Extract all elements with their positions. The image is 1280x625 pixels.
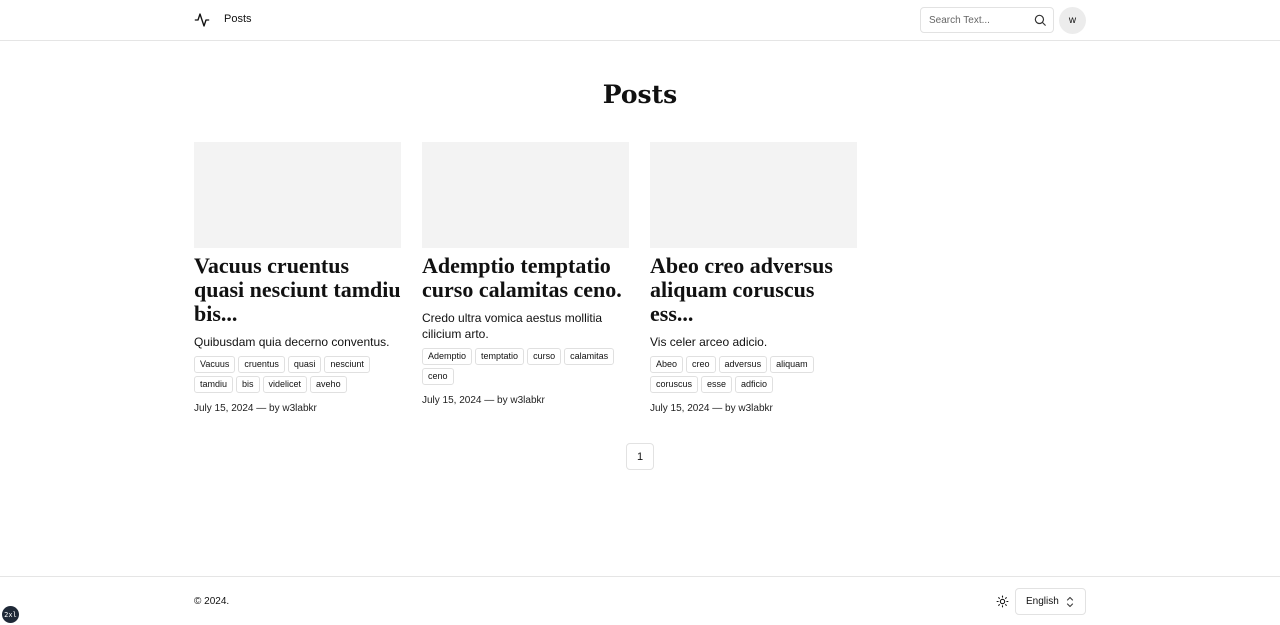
- tag-badge[interactable]: ceno: [422, 368, 454, 385]
- nav-link-posts[interactable]: Posts: [224, 13, 252, 25]
- tag-badge[interactable]: temptatio: [475, 348, 525, 365]
- tag-badge[interactable]: creo: [686, 356, 716, 373]
- tag-badge[interactable]: esse: [701, 376, 733, 393]
- tag-badge[interactable]: videlicet: [262, 376, 308, 393]
- post-title[interactable]: Abeo creo adversus aliquam coruscus ess.…: [650, 254, 857, 326]
- tag-badge[interactable]: bis: [236, 376, 260, 393]
- language-select[interactable]: English: [1015, 588, 1086, 615]
- tag-badge[interactable]: adficio: [735, 376, 774, 393]
- tag-badge[interactable]: quasi: [287, 356, 322, 373]
- activity-pulse-icon[interactable]: [194, 12, 210, 28]
- post-thumbnail[interactable]: [194, 142, 401, 248]
- language-select-value: English: [1026, 596, 1059, 607]
- tag-badge[interactable]: curso: [527, 348, 562, 365]
- post-meta: July 15, 2024 — by w3labkr: [650, 403, 773, 414]
- tag-badge[interactable]: adversus: [718, 356, 768, 373]
- post-meta: July 15, 2024 — by w3labkr: [194, 403, 317, 414]
- post-card[interactable]: Ademptio temptatio curso calamitas ceno.…: [422, 142, 629, 406]
- tag-badge[interactable]: aliquam: [770, 356, 814, 373]
- search-icon[interactable]: [1033, 13, 1047, 27]
- site-header: Posts w: [0, 0, 1280, 41]
- post-card[interactable]: Abeo creo adversus aliquam coruscus ess.…: [650, 142, 857, 414]
- post-thumbnail[interactable]: [650, 142, 857, 248]
- post-card[interactable]: Vacuus cruentus quasi nesciunt tamdiu bi…: [194, 142, 401, 414]
- tag-badge[interactable]: coruscus: [650, 376, 699, 393]
- post-title[interactable]: Ademptio temptatio curso calamitas ceno.: [422, 254, 629, 302]
- post-meta: July 15, 2024 — by w3labkr: [422, 395, 545, 406]
- user-avatar[interactable]: w: [1059, 7, 1086, 34]
- tag-list: Abeo creo adversus aliquam coruscus esse…: [650, 356, 857, 396]
- pagination-page-button[interactable]: 1: [626, 443, 654, 470]
- tag-badge[interactable]: aveho: [310, 376, 347, 393]
- site-footer: © 2024. English: [0, 576, 1280, 625]
- post-description: Vis celer arceo adicio.: [650, 335, 768, 349]
- search-box: [920, 7, 1054, 33]
- tag-list: Ademptio temptatio curso calamitas ceno: [422, 348, 629, 388]
- breakpoint-indicator-badge: 2xl: [2, 606, 19, 623]
- post-title[interactable]: Vacuus cruentus quasi nesciunt tamdiu bi…: [194, 254, 401, 326]
- tag-badge[interactable]: calamitas: [564, 348, 615, 365]
- copyright-text: © 2024.: [194, 596, 230, 607]
- post-description: Quibusdam quia decerno conventus.: [194, 335, 390, 349]
- tag-badge[interactable]: Vacuus: [194, 356, 236, 373]
- tag-badge[interactable]: Ademptio: [422, 348, 473, 365]
- tag-badge[interactable]: cruentus: [238, 356, 285, 373]
- tag-badge[interactable]: Abeo: [650, 356, 684, 373]
- chevron-up-down-icon: [1066, 596, 1074, 608]
- post-description: Credo ultra vomica aestus mollitia cilic…: [422, 311, 603, 341]
- sun-icon[interactable]: [996, 595, 1009, 608]
- post-thumbnail[interactable]: [422, 142, 629, 248]
- search-input[interactable]: [929, 13, 1033, 28]
- tag-badge[interactable]: nesciunt: [324, 356, 370, 373]
- tag-list: Vacuus cruentus quasi nesciunt tamdiu bi…: [194, 356, 401, 396]
- page-title: Posts: [602, 80, 678, 109]
- tag-badge[interactable]: tamdiu: [194, 376, 234, 393]
